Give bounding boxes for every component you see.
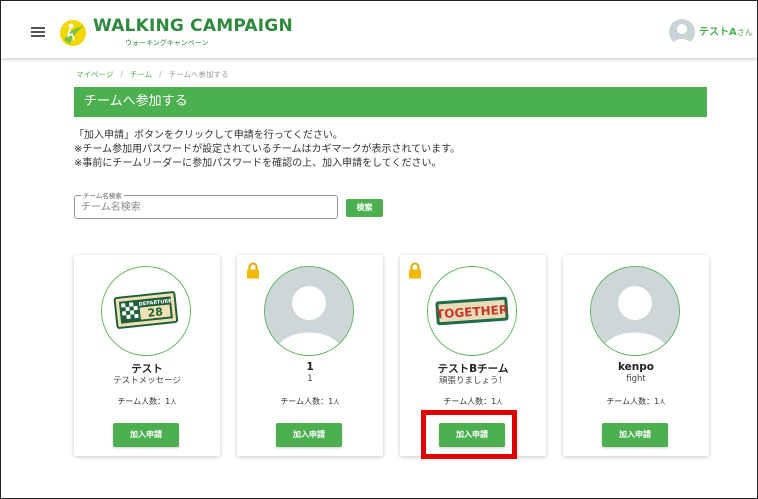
search-button[interactable]: 検索 — [346, 199, 383, 217]
team-card: kenpo fight チーム人数：1人 加入申請 — [563, 255, 709, 456]
page-description: 「加入申請」ボタンをクリックして申請を行ってください。 ※チーム参加用パスワード… — [74, 129, 460, 171]
team-image: TOGETHER — [427, 266, 517, 356]
app-header: WALKING CAMPAIGN ウォーキングキャンペーン テストAさん — [1, 1, 757, 58]
user-icon — [672, 24, 692, 45]
member-count-text: チーム人数：1 — [280, 397, 334, 406]
together-badge-icon: TOGETHER — [428, 267, 516, 355]
breadcrumb-mypage[interactable]: マイページ — [76, 70, 113, 79]
team-search-field[interactable]: チーム名検索 — [74, 190, 338, 219]
join-request-button[interactable]: 加入申請 — [113, 423, 179, 447]
team-card: 28 DEPARTURE テスト テストメッセージ チーム人数：1人 加入申請 — [74, 255, 220, 456]
page-title: チームへ参加する — [74, 87, 707, 117]
team-image — [264, 266, 354, 356]
team-name: 1 — [306, 361, 314, 373]
team-message: 1 — [307, 374, 313, 384]
breadcrumb-team[interactable]: チーム — [130, 70, 152, 79]
hamburger-menu-icon[interactable] — [31, 27, 45, 37]
badge-number: 28 — [147, 305, 164, 320]
member-count-text: チーム人数：1 — [117, 397, 171, 406]
team-message: 頑張りましょう！ — [438, 376, 507, 386]
team-name: kenpo — [617, 361, 655, 373]
breadcrumb-separator: / — [159, 70, 162, 79]
description-line: ※チーム参加用パスワードが設定されているチームはカギマークが表示されています。 — [74, 144, 461, 155]
team-message: テストメッセージ — [113, 376, 181, 386]
search-input[interactable] — [81, 199, 321, 215]
user-name-suffix: さん — [736, 28, 753, 37]
team-message: fight — [626, 374, 646, 384]
member-count-unit: 人 — [659, 398, 666, 406]
user-name-text: テストA — [699, 27, 737, 38]
default-avatar-icon — [265, 267, 353, 355]
lock-icon — [409, 262, 421, 279]
highlight-box — [421, 410, 517, 459]
breadcrumb-current: チームへ参加する — [168, 70, 229, 79]
team-card: 1 1 チーム人数：1人 加入申請 — [237, 255, 383, 456]
breadcrumb: マイページ / チーム / チームへ参加する — [76, 69, 228, 80]
member-count-text: チーム人数：1 — [606, 397, 660, 406]
team-image — [590, 266, 680, 356]
team-member-count: チーム人数：1人 — [400, 396, 546, 407]
member-count-unit: 人 — [496, 398, 503, 406]
user-name[interactable]: テストAさん — [699, 23, 753, 38]
team-member-count: チーム人数：1人 — [237, 396, 383, 407]
description-line: ※事前にチームリーダーに参加パスワードを確認の上、加入申請をしてください。 — [74, 158, 442, 169]
walking-logo-icon — [60, 20, 86, 46]
lock-icon — [247, 262, 259, 279]
member-count-unit: 人 — [333, 398, 340, 406]
logo-subtitle: ウォーキングキャンペーン — [125, 39, 209, 47]
join-request-button[interactable]: 加入申請 — [602, 423, 668, 447]
default-avatar-icon — [591, 267, 679, 355]
description-line: 「加入申請」ボタンをクリックして申請を行ってください。 — [74, 130, 343, 141]
member-count-text: チーム人数：1 — [443, 397, 497, 406]
team-member-count: チーム人数：1人 — [563, 396, 709, 407]
join-request-button[interactable]: 加入申請 — [276, 423, 342, 447]
breadcrumb-separator: / — [120, 70, 123, 79]
user-avatar[interactable] — [669, 19, 695, 45]
departure-badge-icon: 28 DEPARTURE — [102, 267, 190, 355]
team-member-count: チーム人数：1人 — [74, 396, 220, 407]
logo-title[interactable]: WALKING CAMPAIGN — [93, 16, 293, 36]
team-image: 28 DEPARTURE — [101, 266, 191, 356]
member-count-unit: 人 — [170, 398, 177, 406]
